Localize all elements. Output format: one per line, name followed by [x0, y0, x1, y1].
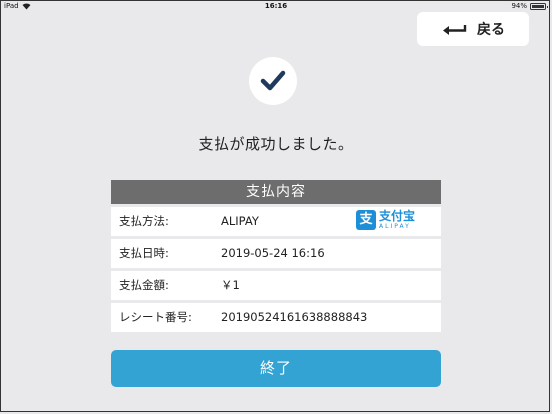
detail-value: 2019-05-24 16:16 — [221, 246, 325, 260]
status-right: 94% — [511, 2, 548, 10]
success-check — [249, 57, 297, 105]
checkmark-icon — [260, 70, 286, 91]
detail-label: 支払方法: — [119, 214, 169, 228]
alipay-logo: 支 支付宝 ALIPAY — [356, 210, 415, 230]
detail-value: ￥1 — [221, 278, 240, 292]
finish-button[interactable]: 終了 — [111, 350, 441, 387]
back-button[interactable]: 戻る — [417, 12, 529, 46]
alipay-mark-icon: 支 — [356, 210, 376, 230]
detail-row-method: 支払方法: ALIPAY 支 支付宝 ALIPAY — [111, 207, 441, 236]
success-message: 支払が成功しました。 — [198, 135, 354, 153]
detail-label: 支払日時: — [119, 246, 169, 260]
detail-row-amount: 支払金額: ￥1 — [111, 271, 441, 300]
details-title: 支払内容 — [111, 180, 441, 204]
status-time: 16:16 — [264, 2, 288, 10]
detail-value: ALIPAY — [221, 214, 259, 228]
detail-label: レシート番号: — [119, 310, 192, 324]
detail-row-receipt: レシート番号: 20190524161638888843 — [111, 303, 441, 332]
battery-percent: 94% — [511, 2, 527, 10]
alipay-logo-name: 支付宝 — [379, 209, 416, 223]
detail-row-datetime: 支払日時: 2019-05-24 16:16 — [111, 239, 441, 268]
detail-value: 20190524161638888843 — [221, 310, 368, 324]
status-bar: iPad 16:16 94% — [0, 0, 552, 12]
return-arrow-icon — [443, 25, 467, 35]
detail-label: 支払金額: — [119, 278, 169, 292]
payment-details: 支払内容 支払方法: ALIPAY 支 支付宝 ALIPAY 支払日時: 201… — [111, 180, 441, 332]
alipay-logo-latin: ALIPAY — [379, 223, 411, 230]
back-label: 戻る — [477, 22, 505, 38]
battery-icon — [530, 2, 548, 10]
